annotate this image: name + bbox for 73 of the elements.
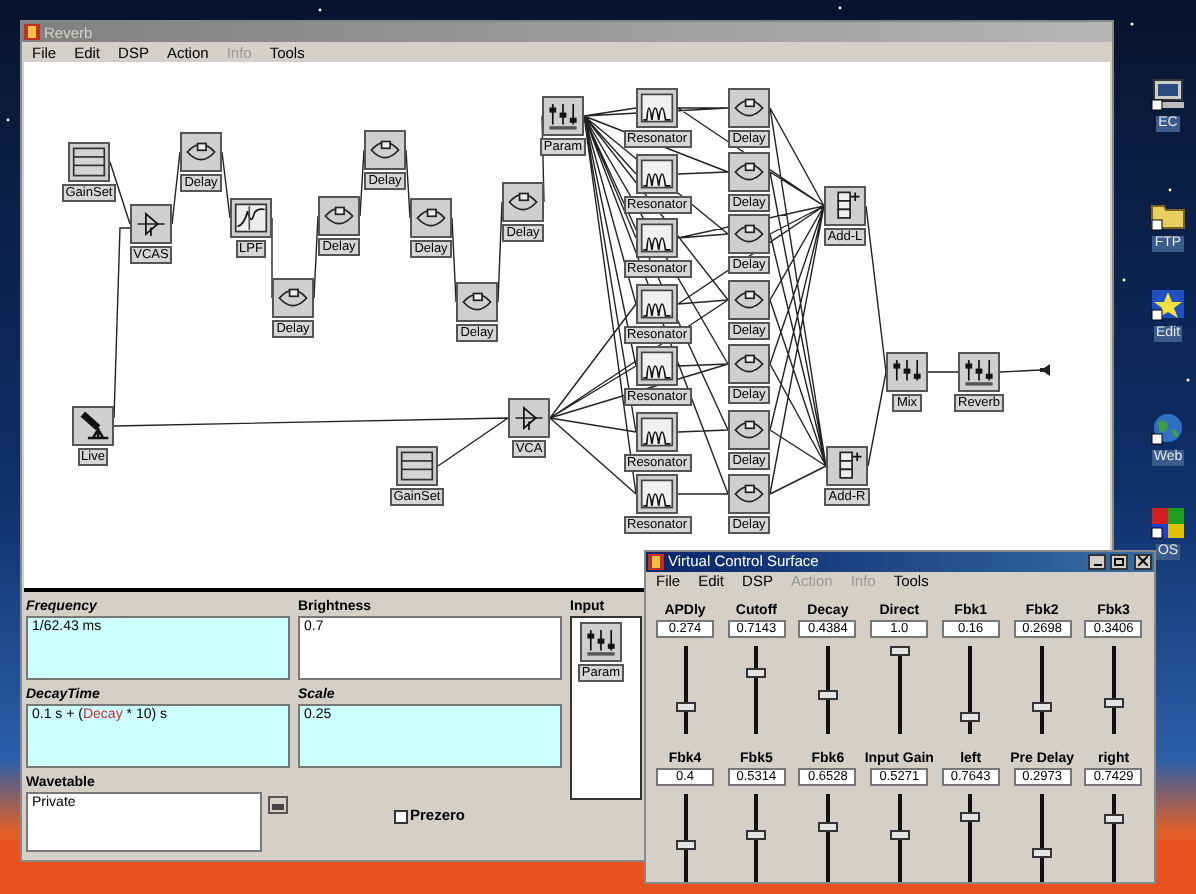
sliders-icon: [958, 352, 1000, 392]
slider-thumb[interactable]: [675, 702, 695, 713]
maximize-button[interactable]: [1110, 553, 1128, 570]
delay-icon: [728, 88, 770, 128]
slider-track[interactable]: [960, 646, 981, 734]
slider-track[interactable]: [817, 794, 838, 882]
slider-track[interactable]: [746, 646, 767, 734]
browse-button[interactable]: [268, 796, 288, 814]
delay-icon: [180, 132, 222, 172]
slider-track[interactable]: [889, 794, 910, 882]
speaker-icon: [1040, 364, 1054, 376]
resonator-icon: [636, 346, 678, 386]
slider-thumb[interactable]: [817, 689, 838, 700]
resonator-icon: [636, 88, 678, 128]
stacked-bars-icon: [68, 142, 110, 182]
slider-track[interactable]: [675, 794, 695, 882]
close-button[interactable]: [1134, 553, 1152, 570]
delay-icon: [364, 130, 406, 170]
checkbox[interactable]: [394, 809, 408, 823]
amplifier-icon: [130, 204, 172, 244]
delay-icon: [502, 182, 544, 222]
delay-icon: [728, 152, 770, 192]
globe-icon[interactable]: [1148, 410, 1188, 446]
mixer-icon: [886, 352, 928, 392]
slider-track[interactable]: [817, 646, 838, 734]
delay-icon: [410, 198, 452, 238]
slider-thumb[interactable]: [1032, 702, 1053, 713]
logo-icon[interactable]: [1148, 504, 1188, 540]
slider-thumb[interactable]: [746, 830, 767, 841]
adder-icon: [824, 186, 866, 226]
slider-thumb[interactable]: [675, 840, 695, 851]
delay-icon: [318, 196, 360, 236]
sliders-icon: [580, 622, 622, 662]
delay-icon: [728, 214, 770, 254]
slider-track[interactable]: [889, 646, 910, 734]
sliders-icon: [542, 96, 584, 136]
adder-icon: [826, 446, 868, 486]
slider-track[interactable]: [1032, 646, 1053, 734]
resonator-icon: [636, 474, 678, 514]
slider-track[interactable]: [1032, 794, 1053, 882]
slider-thumb[interactable]: [1103, 697, 1124, 708]
slider-track[interactable]: [675, 646, 695, 734]
delay-icon: [456, 282, 498, 322]
delay-icon: [728, 280, 770, 320]
monitor-icon[interactable]: [1148, 76, 1188, 112]
slider-track[interactable]: [960, 794, 981, 882]
resonator-icon: [636, 154, 678, 194]
amplifier-icon: [508, 398, 550, 438]
app-icon: [648, 553, 664, 570]
delay-icon: [728, 344, 770, 384]
slider-track[interactable]: [746, 794, 767, 882]
slider-thumb[interactable]: [889, 830, 910, 841]
slider-track[interactable]: [1103, 646, 1124, 734]
slider-thumb[interactable]: [817, 821, 838, 832]
resonator-icon: [636, 412, 678, 452]
microphone-icon: [72, 406, 114, 446]
slider-track[interactable]: [1103, 794, 1124, 882]
slider-thumb[interactable]: [746, 668, 767, 679]
delay-icon: [728, 474, 770, 514]
filter-icon: [230, 198, 272, 238]
stacked-bars-icon: [396, 446, 438, 486]
minimize-button[interactable]: [1088, 553, 1106, 570]
resonator-icon: [636, 284, 678, 324]
slider-thumb[interactable]: [889, 646, 910, 656]
slider-thumb[interactable]: [960, 812, 981, 823]
slider-thumb[interactable]: [960, 711, 981, 722]
delay-icon: [728, 410, 770, 450]
slider-thumb[interactable]: [1103, 814, 1124, 825]
app-icon: [24, 24, 40, 40]
resonator-icon: [636, 218, 678, 258]
delay-icon: [272, 278, 314, 318]
slider-thumb[interactable]: [1032, 848, 1053, 859]
burst-icon[interactable]: [1148, 286, 1188, 322]
